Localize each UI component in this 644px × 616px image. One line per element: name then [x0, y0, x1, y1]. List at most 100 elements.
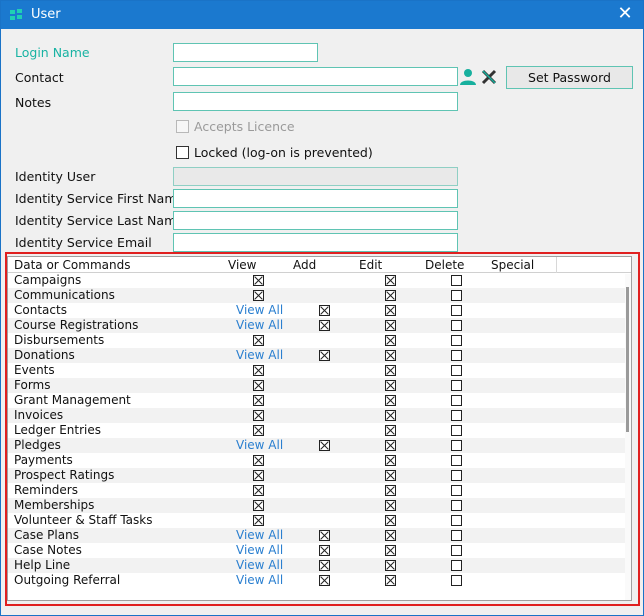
edit-checkbox[interactable] [385, 380, 396, 391]
edit-checkbox[interactable] [385, 485, 396, 496]
login-name-input[interactable] [173, 43, 318, 62]
permission-name: Reminders [14, 483, 78, 497]
view-all-link[interactable]: View All [236, 348, 283, 363]
view-checkbox[interactable] [253, 275, 264, 286]
view-all-link[interactable]: View All [236, 438, 283, 453]
edit-checkbox[interactable] [385, 560, 396, 571]
col-delete[interactable]: Delete [425, 258, 464, 272]
edit-checkbox[interactable] [385, 575, 396, 586]
edit-checkbox[interactable] [385, 365, 396, 376]
delete-checkbox[interactable] [451, 455, 462, 466]
delete-checkbox[interactable] [451, 290, 462, 301]
view-checkbox[interactable] [253, 395, 264, 406]
scrollbar-thumb[interactable] [626, 287, 629, 432]
delete-checkbox[interactable] [451, 500, 462, 511]
login-name-label: Login Name [15, 45, 90, 60]
user-dialog: User ✕ Login Name Contact Set Password N… [0, 0, 644, 616]
delete-checkbox[interactable] [451, 425, 462, 436]
view-all-link[interactable]: View All [236, 573, 283, 588]
delete-checkbox[interactable] [451, 545, 462, 556]
add-checkbox[interactable] [319, 545, 330, 556]
col-special[interactable]: Special [491, 258, 534, 272]
delete-checkbox[interactable] [451, 395, 462, 406]
edit-checkbox[interactable] [385, 515, 396, 526]
close-icon[interactable]: ✕ [613, 3, 637, 27]
view-checkbox[interactable] [253, 410, 264, 421]
clear-contact-icon[interactable] [480, 68, 498, 86]
edit-checkbox[interactable] [385, 455, 396, 466]
identity-first-name-input[interactable] [173, 189, 458, 208]
delete-checkbox[interactable] [451, 320, 462, 331]
identity-email-input[interactable] [173, 233, 458, 252]
identity-last-name-input[interactable] [173, 211, 458, 230]
edit-checkbox[interactable] [385, 425, 396, 436]
delete-checkbox[interactable] [451, 410, 462, 421]
add-checkbox[interactable] [319, 320, 330, 331]
edit-checkbox[interactable] [385, 470, 396, 481]
delete-checkbox[interactable] [451, 485, 462, 496]
contact-person-icon[interactable] [459, 68, 477, 86]
edit-checkbox[interactable] [385, 410, 396, 421]
edit-checkbox[interactable] [385, 440, 396, 451]
add-checkbox[interactable] [319, 530, 330, 541]
notes-input[interactable] [173, 92, 458, 111]
edit-checkbox[interactable] [385, 305, 396, 316]
delete-checkbox[interactable] [451, 575, 462, 586]
delete-checkbox[interactable] [451, 515, 462, 526]
add-checkbox[interactable] [319, 575, 330, 586]
delete-checkbox[interactable] [451, 530, 462, 541]
add-checkbox[interactable] [319, 440, 330, 451]
view-all-link[interactable]: View All [236, 558, 283, 573]
table-row: Grant Management [8, 393, 631, 408]
delete-checkbox[interactable] [451, 350, 462, 361]
view-all-link[interactable]: View All [236, 318, 283, 333]
col-edit[interactable]: Edit [359, 258, 382, 272]
view-checkbox[interactable] [253, 485, 264, 496]
accepts-licence-box[interactable] [176, 120, 189, 133]
delete-checkbox[interactable] [451, 335, 462, 346]
edit-checkbox[interactable] [385, 500, 396, 511]
permission-name: Invoices [14, 408, 64, 422]
locked-checkbox[interactable]: Locked (log-on is prevented) [176, 145, 373, 160]
locked-box[interactable] [176, 146, 189, 159]
add-checkbox[interactable] [319, 560, 330, 571]
col-data-or-commands[interactable]: Data or Commands [14, 258, 130, 272]
accepts-licence-checkbox[interactable]: Accepts Licence [176, 119, 295, 134]
delete-checkbox[interactable] [451, 560, 462, 571]
delete-checkbox[interactable] [451, 305, 462, 316]
edit-checkbox[interactable] [385, 290, 396, 301]
view-checkbox[interactable] [253, 455, 264, 466]
delete-checkbox[interactable] [451, 380, 462, 391]
view-checkbox[interactable] [253, 335, 264, 346]
view-checkbox[interactable] [253, 365, 264, 376]
vertical-scrollbar[interactable] [625, 274, 631, 600]
view-checkbox[interactable] [253, 470, 264, 481]
view-checkbox[interactable] [253, 500, 264, 511]
edit-checkbox[interactable] [385, 335, 396, 346]
delete-checkbox[interactable] [451, 440, 462, 451]
view-checkbox[interactable] [253, 425, 264, 436]
edit-checkbox[interactable] [385, 275, 396, 286]
edit-checkbox[interactable] [385, 530, 396, 541]
edit-checkbox[interactable] [385, 395, 396, 406]
view-all-link[interactable]: View All [236, 543, 283, 558]
view-checkbox[interactable] [253, 380, 264, 391]
delete-checkbox[interactable] [451, 365, 462, 376]
set-password-button[interactable]: Set Password [506, 66, 633, 89]
delete-checkbox[interactable] [451, 470, 462, 481]
edit-checkbox[interactable] [385, 320, 396, 331]
col-add[interactable]: Add [293, 258, 316, 272]
title-bar[interactable]: User ✕ [1, 1, 643, 29]
view-checkbox[interactable] [253, 290, 264, 301]
grid-header: Data or Commands View Add Edit Delete Sp… [8, 257, 631, 273]
view-all-link[interactable]: View All [236, 303, 283, 318]
view-all-link[interactable]: View All [236, 528, 283, 543]
add-checkbox[interactable] [319, 350, 330, 361]
delete-checkbox[interactable] [451, 275, 462, 286]
add-checkbox[interactable] [319, 305, 330, 316]
edit-checkbox[interactable] [385, 545, 396, 556]
contact-input[interactable] [173, 67, 458, 86]
edit-checkbox[interactable] [385, 350, 396, 361]
view-checkbox[interactable] [253, 515, 264, 526]
col-view[interactable]: View [228, 258, 256, 272]
